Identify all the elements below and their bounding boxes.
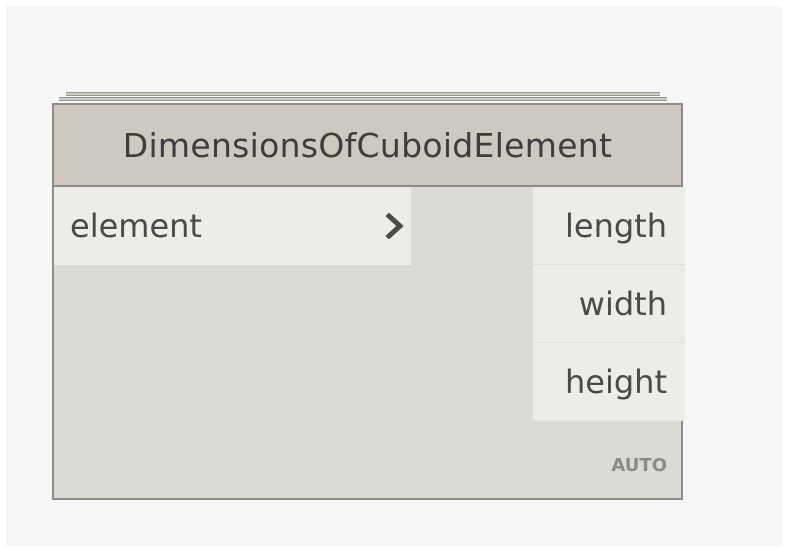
input-port-element[interactable]: element [54, 187, 411, 265]
output-port-label: height [565, 362, 667, 401]
output-port-label: length [565, 206, 667, 245]
node-stack-edge-front [59, 97, 667, 101]
output-port-width[interactable]: width [533, 265, 685, 343]
lacing-indicator: AUTO [611, 455, 667, 476]
output-port-label: width [578, 284, 667, 323]
node-header[interactable]: DimensionsOfCuboidElement [54, 105, 681, 187]
node-stack-edge-back [66, 92, 660, 96]
output-port-length[interactable]: length [533, 187, 685, 265]
node-title: DimensionsOfCuboidElement [122, 125, 613, 165]
output-port-height[interactable]: height [533, 343, 685, 421]
input-port-label: element [70, 207, 202, 245]
chevron-right-icon [385, 213, 404, 239]
code-block-node[interactable]: DimensionsOfCuboidElement element length… [52, 103, 685, 500]
